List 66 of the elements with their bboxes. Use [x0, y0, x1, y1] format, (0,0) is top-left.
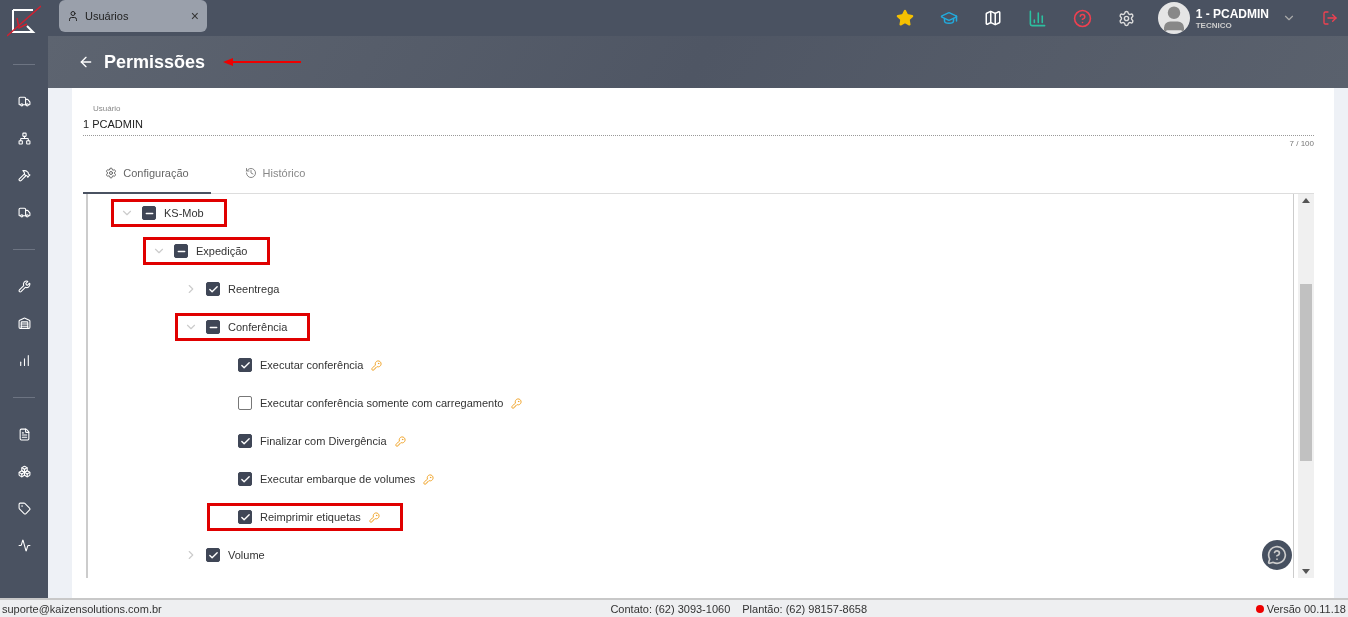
- permission-label: Conferência: [228, 321, 288, 333]
- sidebar-icon[interactable]: [17, 502, 31, 515]
- user-name: 1 - PCADMIN: [1195, 6, 1269, 21]
- permission-label: Volume: [228, 549, 265, 561]
- scrollbar[interactable]: [1298, 194, 1314, 578]
- tab[interactable]: Histórico: [211, 154, 339, 194]
- sidebar-icon[interactable]: [17, 132, 31, 145]
- history-icon: [244, 167, 257, 179]
- contact-text: Contato: (62) 3093-1060: [610, 602, 731, 615]
- checkbox[interactable]: [238, 434, 252, 448]
- checkbox[interactable]: [238, 510, 252, 524]
- permission-label: KS-Mob: [164, 207, 204, 219]
- user-icon: [67, 10, 79, 22]
- scroll-down-icon[interactable]: [1302, 569, 1310, 574]
- character-counter: 7 / 100: [1288, 139, 1314, 148]
- sidebar-icon[interactable]: [17, 95, 31, 108]
- permission-label: Executar conferência somente com carregamento: [260, 397, 504, 409]
- star-icon[interactable]: [895, 9, 914, 27]
- version-text: Versão 00.11.18: [1266, 602, 1346, 615]
- sidebar-icon[interactable]: [17, 317, 31, 330]
- checkbox[interactable]: [206, 282, 220, 296]
- graduation-cap-icon[interactable]: [939, 9, 958, 27]
- sidebar-icon[interactable]: [17, 280, 31, 293]
- sidebar-icon[interactable]: [17, 206, 31, 219]
- sidebar-icon[interactable]: [17, 169, 31, 182]
- permission-label: Executar embarque de volumes: [260, 473, 416, 485]
- checkbox[interactable]: [238, 358, 252, 372]
- support-email: suporte@kaizensolutions.com.br: [2, 602, 162, 615]
- sidebar-icon[interactable]: [17, 539, 31, 552]
- check-icon: [207, 283, 219, 295]
- map-icon[interactable]: [983, 9, 1002, 27]
- status-dot: [1255, 604, 1264, 613]
- checkbox[interactable]: [238, 472, 252, 486]
- chart-icon[interactable]: [1027, 8, 1047, 28]
- user-tab[interactable]: Usuários ×: [59, 0, 207, 32]
- settings-icon: [105, 167, 118, 179]
- sidebar-icon[interactable]: [17, 354, 31, 367]
- field-label: Usuário: [92, 104, 122, 113]
- sidebar-icon[interactable]: [17, 465, 31, 478]
- user-field[interactable]: 1 PCADMIN: [83, 113, 1314, 136]
- checkbox[interactable]: [206, 548, 220, 562]
- duty-phone-text: Plantão: (62) 98157-8658: [742, 602, 868, 615]
- scroll-up-icon[interactable]: [1302, 198, 1310, 203]
- page-title: Permissões: [104, 51, 206, 73]
- avatar[interactable]: [1157, 2, 1190, 34]
- check-icon: [239, 473, 251, 485]
- check-icon: [239, 511, 251, 523]
- permission-label: Finalizar com Divergência: [260, 435, 387, 447]
- permission-label: Reimprimir etiquetas: [260, 511, 361, 523]
- checkbox[interactable]: [174, 244, 188, 258]
- user-role: TECNICO: [1195, 20, 1233, 30]
- logo-icon: [7, 4, 41, 38]
- question-bubble-icon: [1267, 545, 1287, 565]
- check-icon: [207, 549, 219, 561]
- permission-label: Expedição: [196, 245, 248, 257]
- checkbox[interactable]: [238, 396, 252, 410]
- permission-label: Reentrega: [228, 283, 280, 295]
- settings-icon[interactable]: [1117, 9, 1135, 27]
- close-tab-button[interactable]: ×: [190, 8, 199, 24]
- tab[interactable]: Configuração: [83, 154, 211, 194]
- checkbox[interactable]: [142, 206, 156, 220]
- check-icon: [239, 435, 251, 447]
- checkbox[interactable]: [206, 320, 220, 334]
- permission-label: Executar conferência: [260, 359, 364, 371]
- check-icon: [239, 359, 251, 371]
- sidebar-icon[interactable]: [17, 428, 31, 441]
